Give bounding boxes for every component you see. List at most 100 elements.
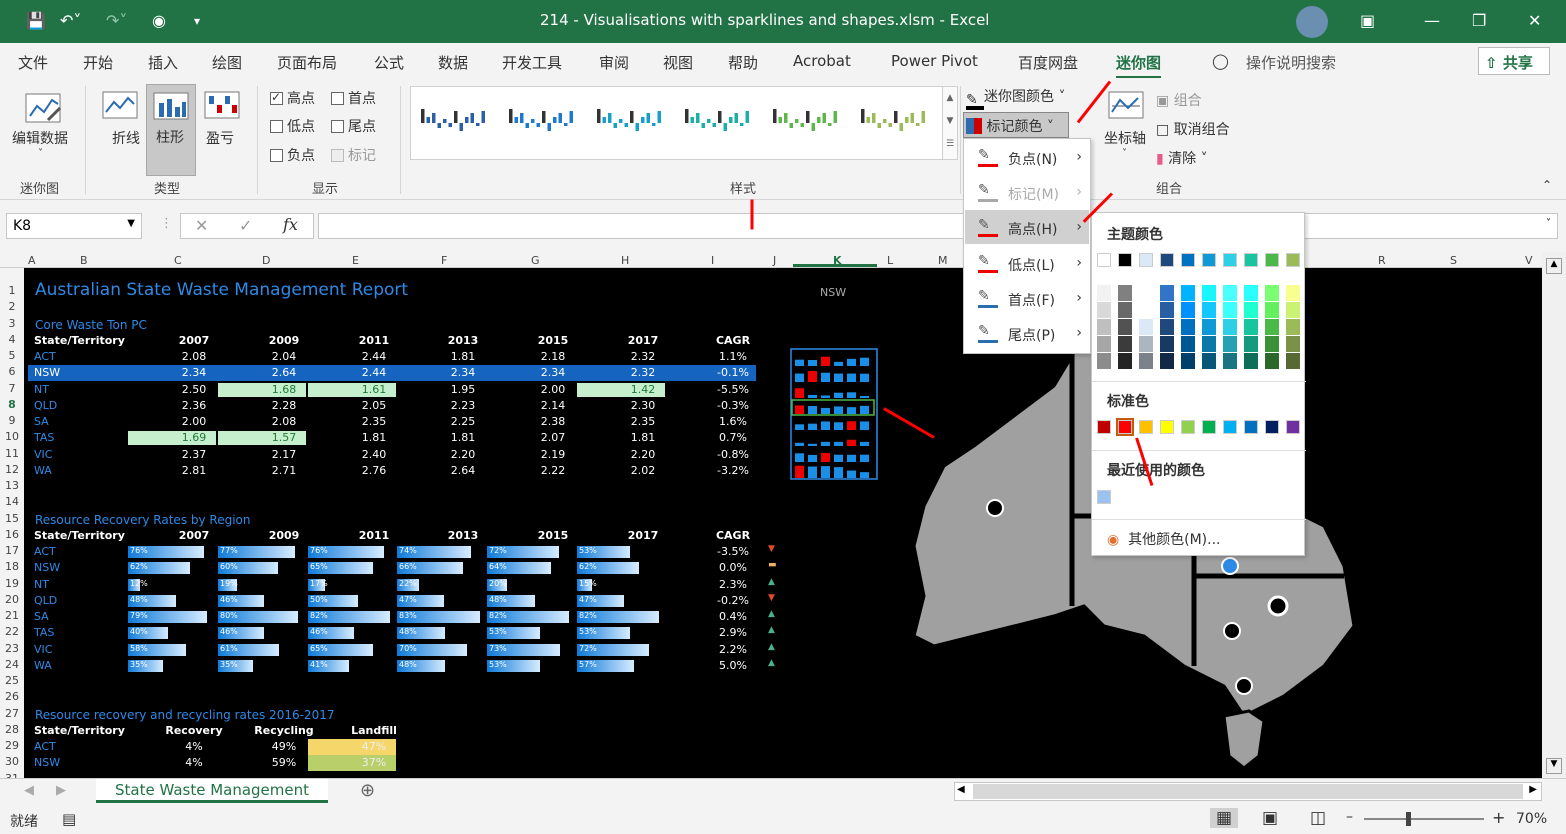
data-bar[interactable]: 66% xyxy=(397,562,463,575)
theme-shade-swatch[interactable] xyxy=(1181,319,1195,335)
table1-cell[interactable]: 2.40 xyxy=(344,448,404,461)
table1-cell[interactable]: 2.64 xyxy=(433,464,493,477)
theme-shade-swatch[interactable] xyxy=(1265,319,1279,335)
column-header[interactable]: G xyxy=(531,254,540,267)
data-bar[interactable]: 46% xyxy=(218,627,264,640)
table3-state[interactable]: ACT xyxy=(34,740,56,753)
table3-state[interactable]: NSW xyxy=(34,756,60,769)
ribbon-display-icon[interactable]: ▣ xyxy=(1360,12,1375,30)
data-bar[interactable]: 53% xyxy=(577,546,630,558)
column-header[interactable]: V xyxy=(1525,254,1533,267)
data-bar[interactable]: 76% xyxy=(308,546,384,558)
data-bar[interactable]: 46% xyxy=(308,627,354,640)
table1-cell[interactable]: 1.68 xyxy=(254,383,314,396)
theme-shade-swatch[interactable] xyxy=(1244,353,1258,369)
data-bar[interactable]: 19% xyxy=(218,578,238,591)
row-header[interactable]: 17 xyxy=(0,544,24,557)
table1-state[interactable]: VIC xyxy=(34,448,52,461)
table1-cell[interactable]: 0.7% xyxy=(703,431,763,444)
low-point-item[interactable]: ✎ 低点(L) › xyxy=(964,253,1090,281)
high-point-item[interactable]: ✎ 高点(H) › xyxy=(964,217,1090,245)
clear-button[interactable]: ▮ 清除 ˅ xyxy=(1156,148,1208,168)
table3-cell[interactable]: 49% xyxy=(254,740,314,753)
data-bar[interactable]: 53% xyxy=(487,659,540,672)
scroll-up-icon[interactable]: ▲ xyxy=(1546,258,1562,274)
expand-formula-icon[interactable]: ˅ xyxy=(1546,218,1551,229)
theme-shade-swatch[interactable] xyxy=(1223,319,1237,335)
table2-cagr[interactable]: 2.2% xyxy=(703,643,763,656)
theme-shade-swatch[interactable] xyxy=(1139,353,1153,369)
standard-color-swatch[interactable] xyxy=(1116,418,1134,436)
recent-color-swatch[interactable] xyxy=(1097,490,1111,504)
theme-shade-swatch[interactable] xyxy=(1097,319,1111,335)
ungroup-button[interactable]: □ 取消组合 xyxy=(1156,119,1230,139)
collapse-ribbon-icon[interactable]: ⌃ xyxy=(1542,178,1552,192)
data-bar[interactable]: 62% xyxy=(577,562,639,575)
type-line-button[interactable]: 折线 xyxy=(98,86,142,174)
sheet-tab-state-waste[interactable]: State Waste Management xyxy=(96,779,328,803)
column-header[interactable]: D xyxy=(262,254,270,267)
table1-state[interactable]: ACT xyxy=(34,350,56,363)
theme-shade-swatch[interactable] xyxy=(1160,353,1174,369)
data-bar[interactable]: 76% xyxy=(128,546,204,558)
page-layout-view-icon[interactable]: ▣ xyxy=(1262,808,1278,828)
tab-data[interactable]: 数据 xyxy=(438,52,468,73)
share-button[interactable]: ⇧ 共享 xyxy=(1478,47,1550,75)
marker-color-button[interactable]: 标记颜色 ˅ xyxy=(963,112,1069,138)
theme-color-swatch[interactable] xyxy=(1244,253,1258,267)
row-header[interactable]: 1 xyxy=(0,284,24,297)
theme-shade-swatch[interactable] xyxy=(1118,353,1132,369)
normal-view-icon[interactable]: ▦ xyxy=(1210,808,1239,828)
theme-shade-swatch[interactable] xyxy=(1181,302,1195,318)
theme-shade-swatch[interactable] xyxy=(1202,302,1216,318)
table1-cell[interactable]: 2.71 xyxy=(254,464,314,477)
data-bar[interactable]: 48% xyxy=(128,594,176,607)
table1-cell[interactable]: 2.19 xyxy=(523,448,583,461)
data-bar[interactable]: 50% xyxy=(308,594,358,607)
column-header[interactable]: R xyxy=(1378,254,1386,267)
theme-color-swatch[interactable] xyxy=(1118,253,1132,267)
table1-cell[interactable]: 2.30 xyxy=(613,399,673,412)
row-header[interactable]: 14 xyxy=(0,495,24,508)
column-header[interactable]: I xyxy=(711,254,714,267)
data-bar[interactable]: 70% xyxy=(397,643,467,656)
sparkline-style-gallery[interactable] xyxy=(410,86,958,160)
standard-color-swatch[interactable] xyxy=(1097,420,1111,434)
first-point-item[interactable]: ✎ 首点(F) › xyxy=(964,288,1090,316)
data-bar[interactable]: 77% xyxy=(218,546,295,558)
data-bar[interactable]: 73% xyxy=(487,643,560,656)
table1-cell[interactable]: 2.76 xyxy=(344,464,404,477)
data-bar[interactable]: 22% xyxy=(397,578,419,591)
show-first-point-checkbox[interactable]: 首点 xyxy=(331,88,376,108)
table1-cell[interactable]: 2.00 xyxy=(523,383,583,396)
tab-baidu[interactable]: 百度网盘 xyxy=(1018,52,1078,73)
theme-shade-swatch[interactable] xyxy=(1181,353,1195,369)
table1-cell[interactable]: 1.6% xyxy=(703,415,763,428)
tab-acrobat[interactable]: Acrobat xyxy=(793,52,851,70)
data-bar[interactable]: 41% xyxy=(308,659,349,672)
table1-cell[interactable]: 2.23 xyxy=(433,399,493,412)
table2-state[interactable]: NSW xyxy=(34,561,60,574)
show-negative-point-checkbox[interactable]: 负点 xyxy=(270,145,315,165)
data-bar[interactable]: 48% xyxy=(487,594,535,607)
theme-shade-swatch[interactable] xyxy=(1118,285,1132,301)
theme-shade-swatch[interactable] xyxy=(1223,285,1237,301)
theme-shade-swatch[interactable] xyxy=(1097,285,1111,301)
data-bar[interactable]: 74% xyxy=(397,546,471,558)
redo-icon[interactable]: ↷˅ xyxy=(106,12,127,30)
theme-color-swatch[interactable] xyxy=(1160,253,1174,267)
table1-cell[interactable]: 2.07 xyxy=(523,431,583,444)
standard-color-swatch[interactable] xyxy=(1181,420,1195,434)
theme-shade-swatch[interactable] xyxy=(1139,336,1153,352)
theme-shade-swatch[interactable] xyxy=(1223,302,1237,318)
table1-cell[interactable]: 2.44 xyxy=(344,350,404,363)
row-header[interactable]: 20 xyxy=(0,593,24,606)
theme-shade-swatch[interactable] xyxy=(1202,319,1216,335)
edit-data-button[interactable]: 编辑数据 ˅ xyxy=(10,86,76,174)
data-bar[interactable]: 58% xyxy=(128,643,186,656)
table1-cell[interactable]: 2.28 xyxy=(254,399,314,412)
show-last-point-checkbox[interactable]: 尾点 xyxy=(331,116,376,136)
data-bar[interactable]: 20% xyxy=(487,578,507,591)
row-header[interactable]: 8 xyxy=(0,398,24,411)
table1-state[interactable]: NT xyxy=(34,383,49,396)
